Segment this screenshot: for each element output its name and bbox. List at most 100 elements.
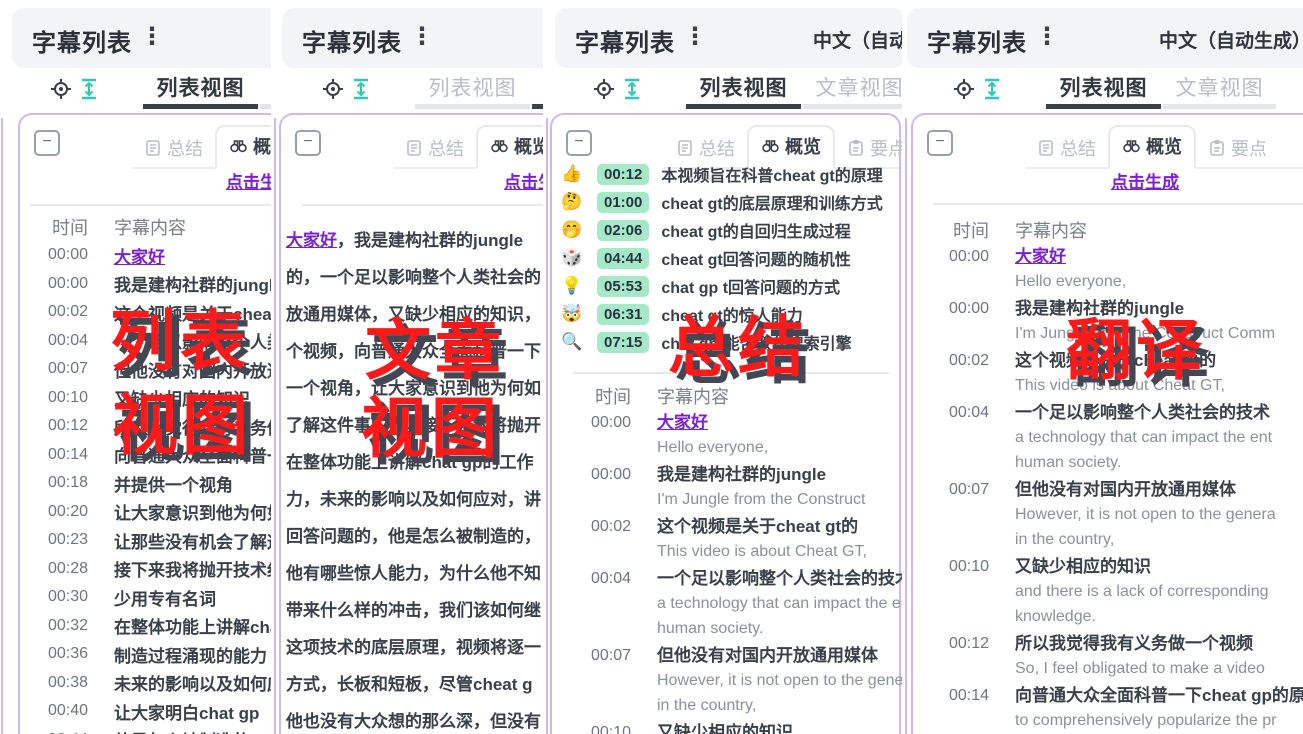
chip-keypoints[interactable]: 要点 [1196, 129, 1279, 169]
subtitle-text[interactable]: 大家好 [657, 410, 768, 435]
chip-summary[interactable]: 总结 [132, 129, 215, 169]
chip-summary[interactable]: 总结 [393, 129, 476, 169]
subtitle-text[interactable]: 又缺少相应的知识 [657, 720, 793, 734]
generate-summary-link[interactable]: 点击生成 [226, 168, 271, 193]
generate-summary-link[interactable]: 点击生成 [504, 168, 543, 193]
locate-current-subtitle-icon[interactable] [593, 78, 615, 100]
table-row[interactable]: 00:04 一个足以影响整个人类社会的技术 a technology that … [931, 400, 1303, 475]
table-row[interactable]: 00:40 让大家明白chat gp [30, 697, 271, 726]
panel-header: 字幕列表 ⋮ 中文（自动生成） [555, 8, 902, 68]
collapse-button[interactable]: − [927, 130, 953, 156]
locate-current-subtitle-icon[interactable] [322, 78, 344, 100]
subtitle-text[interactable]: 让大家意识到他为何如此重要 [114, 499, 271, 524]
subtitle-text[interactable]: 少用专有名词 [114, 585, 216, 610]
auto-scroll-icon[interactable] [981, 78, 1003, 100]
table-row[interactable]: 00:32 在整体功能上讲解chat gp的工作方式 [30, 612, 271, 641]
subtitle-text[interactable]: 在整体功能上讲解chat gp的工作方式 [114, 613, 271, 638]
table-row[interactable]: 00:23 让那些没有机会了解这件事的人 [30, 526, 271, 555]
subtitle-text[interactable]: 并提供一个视角 [114, 471, 233, 496]
subtitle-text[interactable]: 让那些没有机会了解这件事的人 [114, 528, 271, 553]
collapse-button[interactable]: − [34, 130, 60, 156]
chip-overview[interactable]: 概览 [1108, 125, 1196, 169]
table-row[interactable]: 00:44 他是怎么被制造的 [30, 726, 271, 734]
table-row[interactable]: 00:30 少用专有名词 [30, 583, 271, 612]
subtitle-text[interactable]: 所以我觉得我有义务做一个视频 [1015, 631, 1265, 656]
timestamp-badge[interactable]: 05:53 [597, 276, 649, 297]
table-row[interactable]: 00:28 接下来我将抛开技术细节 [30, 555, 271, 584]
subtitle-text[interactable]: 一个足以影响整个人类社会的技术 [657, 566, 902, 591]
subtitle-text[interactable]: 接下来我将抛开技术细节 [114, 556, 271, 581]
timestamp: 00:14 [931, 683, 989, 734]
table-header: 时间 字幕内容 [931, 216, 1303, 244]
table-row[interactable]: 00:00 我是建构社群的jungle I'm Jungle from the … [573, 462, 902, 512]
col-time: 时间 [931, 217, 989, 243]
subtitle-text[interactable]: 大家好 [114, 243, 165, 268]
table-row[interactable]: 00:12 所以我觉得我有义务做一个视频 So, I feel obligate… [931, 631, 1303, 681]
table-row[interactable]: 00:20 让大家意识到他为何如此重要 [30, 498, 271, 527]
table-row[interactable]: 00:10 又缺少相应的知识 [573, 720, 902, 734]
tab-list-view[interactable]: 列表视图 [1046, 72, 1161, 109]
collapse-button[interactable]: − [566, 130, 592, 156]
collapse-button[interactable]: − [295, 130, 321, 156]
table-row[interactable]: 00:00 大家好 [30, 241, 271, 270]
auto-scroll-icon[interactable] [78, 78, 100, 100]
table-row[interactable]: 00:18 并提供一个视角 [30, 469, 271, 498]
table-row[interactable]: 00:00 大家好 Hello everyone, [931, 244, 1303, 294]
kebab-menu-icon[interactable]: ⋮ [410, 22, 434, 51]
locate-current-subtitle-icon[interactable] [953, 78, 975, 100]
table-row[interactable]: 00:00 大家好 Hello everyone, [573, 410, 902, 460]
table-row[interactable]: 00:02 这个视频是关于cheat gt的 This video is abo… [573, 514, 902, 564]
subtitle-text[interactable]: 制造过程涌现的能力 [114, 642, 267, 667]
timestamp-badge[interactable]: 06:31 [597, 304, 649, 325]
subtitle-language-label[interactable]: 中文（自动生成） [813, 26, 902, 53]
table-row[interactable]: 00:14 向普通大众全面科普一下cheat gp的原理 to comprehe… [931, 683, 1303, 734]
timestamp-badge[interactable]: 01:00 [597, 192, 649, 213]
tab-list-view[interactable]: 列表视图 [415, 72, 530, 109]
tab-article-view[interactable]: 文章视图 [260, 72, 271, 109]
table-row[interactable]: 00:07 但他没有对国内开放通用媒体 However, it is not o… [931, 477, 1303, 552]
subtitle-text[interactable]: 一个足以影响整个人类社会的技术 [1015, 400, 1272, 425]
subtitle-text[interactable]: 这个视频是关于cheat gt的 [657, 514, 867, 539]
locate-current-subtitle-icon[interactable] [50, 78, 72, 100]
tab-list-view[interactable]: 列表视图 [686, 72, 801, 109]
subtitle-text[interactable]: 但他没有对国内开放通用媒体 [657, 643, 902, 668]
subtitle-text[interactable]: 又缺少相应的知识 [1015, 554, 1268, 579]
tab-article-view[interactable]: 文章视图 [532, 72, 543, 109]
table-row[interactable]: 00:38 未来的影响以及如何应对 [30, 669, 271, 698]
tab-article-view[interactable]: 文章视图 [1163, 72, 1276, 109]
timestamp: 00:28 [30, 560, 88, 578]
overview-item[interactable]: 👍 00:12 本视频旨在科普cheat gt的原理 [561, 160, 898, 188]
kebab-menu-icon[interactable]: ⋮ [140, 22, 164, 51]
subtitle-text[interactable]: 大家好 [1015, 244, 1126, 269]
subtitle-language-label[interactable]: 中文（自动生成） [1159, 26, 1303, 53]
kebab-menu-icon[interactable]: ⋮ [1035, 22, 1059, 51]
table-row[interactable]: 00:10 又缺少相应的知识 and there is a lack of co… [931, 554, 1303, 629]
subtitle-text[interactable]: 向普通大众全面科普一下cheat gp的原理 [1015, 683, 1303, 708]
timestamp-badge[interactable]: 00:12 [597, 164, 649, 185]
chip-overview[interactable]: 概览 [215, 125, 271, 169]
auto-scroll-icon[interactable] [350, 78, 372, 100]
tab-list-view[interactable]: 列表视图 [143, 72, 258, 109]
kebab-menu-icon[interactable]: ⋮ [683, 22, 707, 51]
chip-overview[interactable]: 概览 [476, 125, 543, 169]
table-row[interactable]: 00:04 一个足以影响整个人类社会的技术 a technology that … [573, 566, 902, 641]
overview-item[interactable]: 🤭 02:06 cheat gt的自回归生成过程 [561, 216, 898, 244]
table-row[interactable]: 00:36 制造过程涌现的能力 [30, 640, 271, 669]
subtitle-text[interactable]: 让大家明白chat gp [114, 699, 259, 724]
auto-scroll-icon[interactable] [621, 78, 643, 100]
timestamp-badge[interactable]: 04:44 [597, 248, 649, 269]
timestamp-badge[interactable]: 02:06 [597, 220, 649, 241]
generate-summary-link[interactable]: 点击生成 [1111, 168, 1179, 193]
timestamp: 00:00 [931, 296, 989, 346]
overview-item[interactable]: 🤔 01:00 cheat gt的底层原理和训练方式 [561, 188, 898, 216]
table-row[interactable]: 00:07 但他没有对国内开放通用媒体 However, it is not o… [573, 643, 902, 718]
subtitle-text[interactable]: 未来的影响以及如何应对 [114, 670, 271, 695]
subtitle-text[interactable]: 我是建构社群的jungle [657, 462, 865, 487]
subtitle-link[interactable]: 大家好 [286, 231, 337, 250]
chip-summary[interactable]: 总结 [1025, 129, 1108, 169]
timestamp-badge[interactable]: 07:15 [597, 332, 649, 353]
overview-item[interactable]: 🎲 04:44 cheat gt回答问题的随机性 [561, 244, 898, 272]
subtitle-text[interactable]: 但他没有对国内开放通用媒体 [1015, 477, 1276, 502]
subtitle-text[interactable]: 他是怎么被制造的 [114, 727, 250, 734]
tab-article-view[interactable]: 文章视图 [803, 72, 902, 109]
